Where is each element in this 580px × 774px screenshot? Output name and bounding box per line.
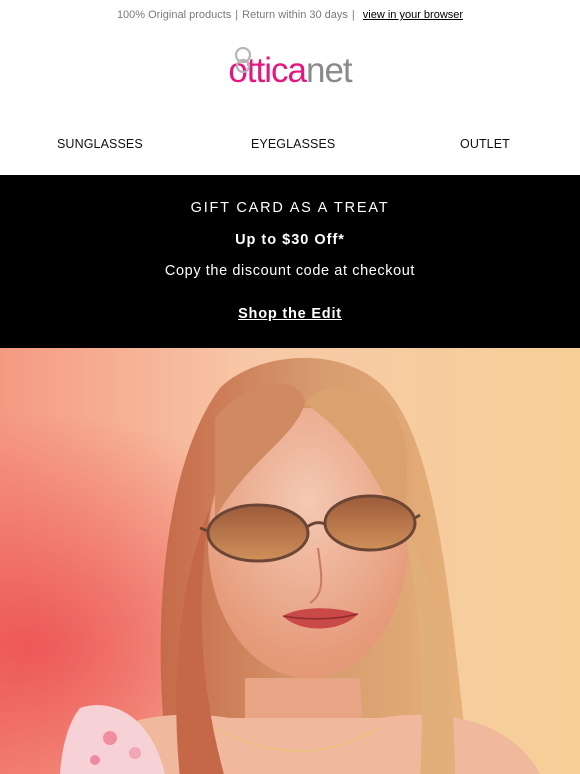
category-nav: SUNGLASSES EYEGLASSES OUTLET xyxy=(0,130,580,160)
shop-the-edit-link[interactable]: Shop the Edit xyxy=(0,306,580,322)
hero-image[interactable] xyxy=(0,348,580,774)
nav-outlet-link[interactable]: OUTLET xyxy=(460,137,510,151)
logo-text-net: net xyxy=(306,51,353,90)
nav-eyeglasses-link[interactable]: EYEGLASSES xyxy=(251,137,335,151)
separator: | xyxy=(351,9,355,21)
preheader-bar: 100% Original products | Return within 3… xyxy=(0,0,580,30)
otticanet-logo[interactable]: otticanet xyxy=(0,46,580,94)
promo-instruction: Copy the discount code at checkout xyxy=(164,263,416,279)
nav-sunglasses-link[interactable]: SUNGLASSES xyxy=(57,137,143,151)
promo-banner: GIFT CARD AS A TREAT Up to $30 Off* Copy… xyxy=(0,175,580,348)
promo-offer: Up to $30 Off* xyxy=(235,232,345,248)
model-wearing-sunglasses-photo xyxy=(0,348,580,774)
view-in-browser-link[interactable]: view in your browser xyxy=(363,9,463,21)
glasses-rings-icon xyxy=(235,46,252,74)
promo-headline: GIFT CARD AS A TREAT xyxy=(190,200,390,216)
returns-text: Return within 30 days xyxy=(242,9,348,21)
separator: | xyxy=(235,9,239,21)
original-products-text: 100% Original products xyxy=(116,9,232,21)
